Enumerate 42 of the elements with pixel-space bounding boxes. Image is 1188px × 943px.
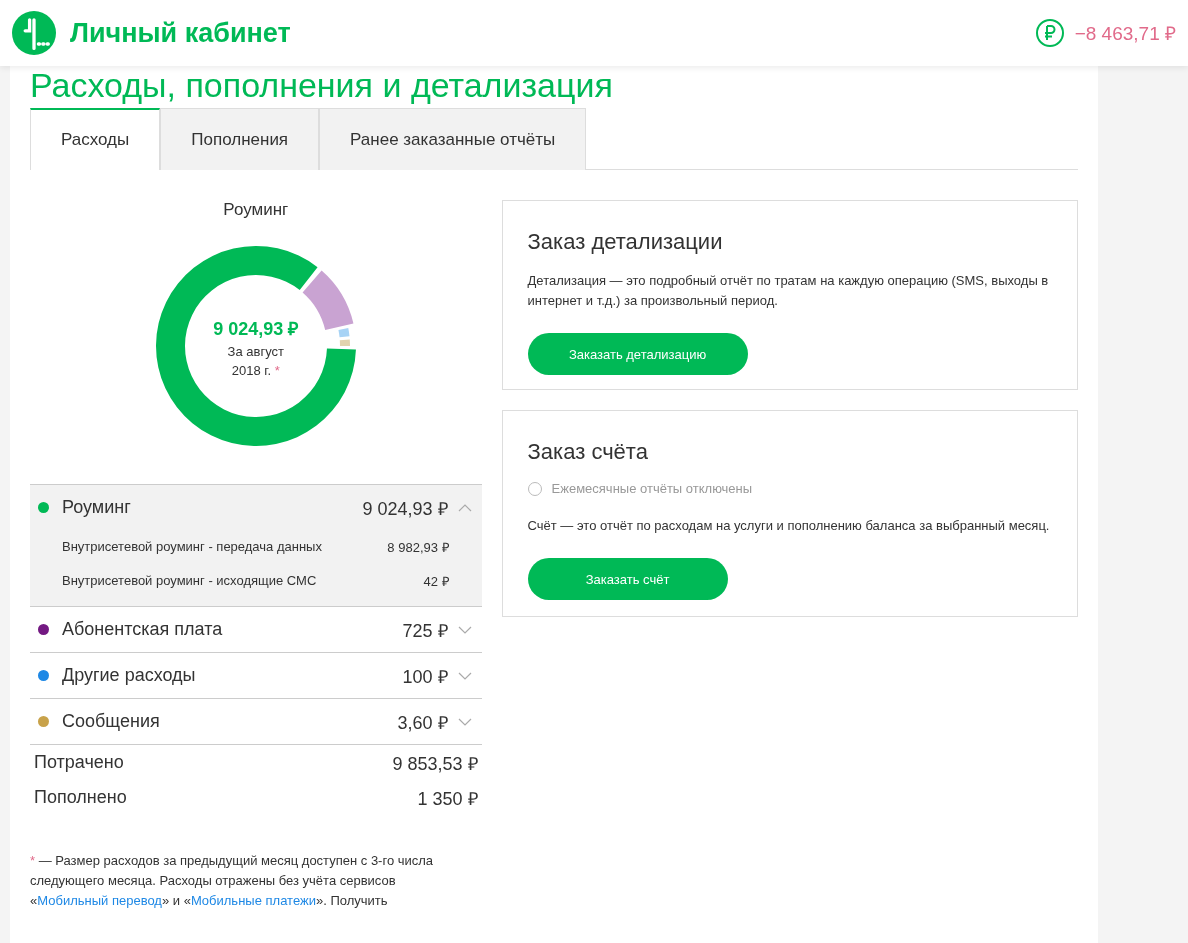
category-row[interactable]: Сообщения 3,60 ₽	[30, 699, 482, 745]
item-amount: 8 982,93 ₽	[387, 539, 450, 556]
card-description: Детализация — это подробный отчёт по тратам на каждую операцию (SMS, выходы в интернет и т.д.) за произвольный период.	[527, 272, 1050, 311]
total-amount: 9 024,93 ₽	[212, 318, 300, 340]
category-row[interactable]: Другие расходы 100 ₽	[30, 653, 482, 699]
page-title: Расходы, пополнения и детализация	[30, 68, 614, 104]
ruble-icon[interactable]	[1034, 18, 1065, 48]
chart-title: Роуминг	[222, 200, 290, 220]
item-amount: 42 ₽	[423, 573, 450, 590]
category-name: Абонентская плата	[62, 619, 224, 640]
item-name: Внутрисетевой роуминг - исходящие СМС	[62, 572, 317, 591]
category-row[interactable]: Роуминг 9 024,93 ₽ Внутрисетевой роуминг - передача данных 8 982,93 ₽ Внутрисетевой роуминг - исходящие СМС 42 ₽	[30, 485, 482, 607]
item-name: Внутрисетевой роуминг - передача данных	[62, 538, 322, 557]
card-description: Счёт — это отчёт по расходам на услуги и пополнению баланса за выбранный месяц.	[527, 517, 1051, 536]
year-label: 2018 г.	[231, 363, 272, 378]
total-value: 9 853,53 ₽	[392, 752, 478, 775]
card-title: Заказ детализации	[527, 229, 724, 255]
category-amount: 100 ₽	[402, 665, 448, 688]
tab[interactable]: Пополнения	[160, 108, 320, 170]
footnote-mark: *	[274, 363, 280, 378]
category-amount: 9 024,93 ₽	[362, 497, 448, 520]
chevron-down-icon[interactable]	[457, 625, 472, 634]
category-row[interactable]: Абонентская плата 725 ₽	[30, 607, 482, 653]
category-amount: 3,60 ₽	[397, 711, 448, 734]
chevron-up-icon[interactable]	[457, 503, 472, 512]
total-value: 1 350 ₽	[417, 787, 478, 810]
chevron-down-icon[interactable]	[457, 671, 472, 680]
footnote-text: * — Размер расходов за предыдущий месяц доступен с 3-го числа следующего месяца. Расходы отражены без учёта сервисов «Мобильный перевод» и «Мобильные платежи». Получить	[30, 852, 435, 911]
chevron-down-icon[interactable]	[457, 717, 472, 726]
total-label: Потрачено	[34, 752, 124, 773]
period-label: За август	[226, 344, 285, 359]
category-amount: 725 ₽	[402, 619, 448, 642]
card-title: Заказ счёта	[527, 439, 649, 466]
category-name: Сообщения	[62, 711, 161, 732]
category-name: Другие расходы	[62, 665, 197, 686]
total-label: Пополнено	[34, 787, 127, 808]
tab[interactable]: Расходы	[30, 108, 161, 170]
category-name: Роуминг	[62, 497, 132, 518]
service-link[interactable]: Мобильный перевод	[37, 893, 162, 909]
service-link[interactable]: Мобильные платежи	[190, 893, 316, 909]
tab[interactable]: Ранее заказанные отчёты	[319, 108, 587, 170]
logo-icon[interactable]	[12, 11, 56, 55]
